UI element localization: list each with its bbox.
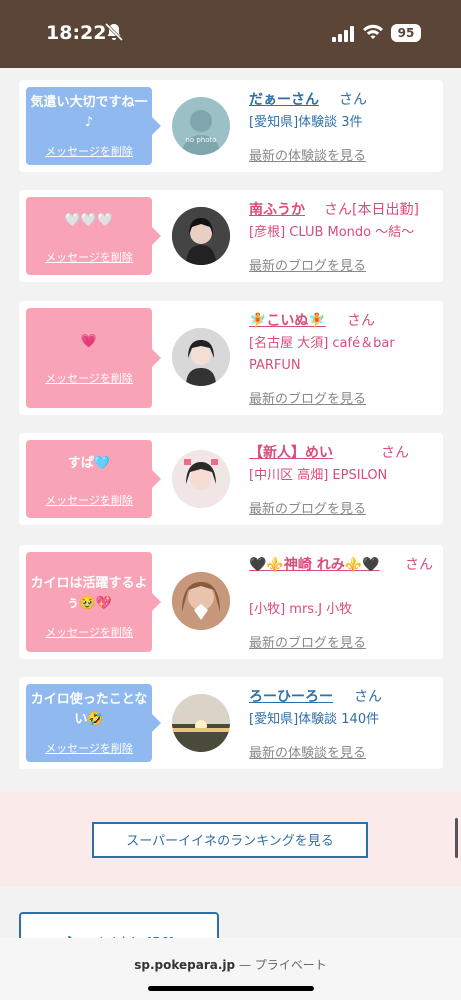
honorific: さん (381, 445, 409, 461)
message-bubble: カイロ使ったことない🤣 メッセージを削除 (26, 684, 161, 762)
cellular-signal-icon (332, 26, 354, 42)
user-info: [愛知県]体験談 3件 (249, 115, 363, 130)
user-name[interactable]: だぁーさん (249, 92, 319, 108)
user-name-link[interactable]: 【新人】めい (249, 442, 333, 462)
latest-blog-link[interactable]: 最新のブログを見る (249, 498, 366, 517)
user-info: [愛知県]体験談 140件 (249, 712, 380, 727)
avatar[interactable]: no photo (172, 97, 230, 155)
delete-message-link[interactable]: メッセージを削除 (26, 370, 152, 386)
list-item: カイロは活躍するよぅ🥹💖 メッセージを削除 🖤⚜️神崎 れみ⚜️🖤 さん [小牧… (19, 545, 443, 659)
shop-info: [彦根] CLUB Mondo 〜結〜 (249, 225, 415, 240)
delete-message-link[interactable]: メッセージを削除 (26, 492, 152, 508)
delete-message-link[interactable]: メッセージを削除 (26, 740, 152, 756)
user-name-link[interactable]: 南ふうか (249, 199, 305, 219)
no-photo-label: no photo (185, 136, 216, 144)
home-indicator[interactable] (148, 986, 314, 991)
shop-info: [名古屋 大須] café＆bar (249, 336, 395, 351)
shop-info: [中川区 高畑] EPSILON (249, 468, 388, 483)
latest-blog-link[interactable]: 最新のブログを見る (249, 388, 366, 407)
user-name[interactable]: 南ふうか (249, 202, 305, 218)
list-item: すぱ🩵 メッセージを削除 【新人】めい さん [中川区 高畑] EPSILON … (19, 433, 443, 525)
battery-indicator: 95 (391, 24, 421, 42)
message-text: 気遣い大切ですね一♪ (30, 95, 148, 130)
user-name-link[interactable]: ろーひーろー (249, 686, 333, 706)
scrollbar[interactable] (455, 818, 458, 858)
delete-message-link[interactable]: メッセージを削除 (26, 624, 152, 640)
user-name-link[interactable]: 🧚こいぬ🧚 (249, 310, 326, 330)
super-iine-ranking-button[interactable]: スーパーイイネのランキングを見る (92, 822, 368, 858)
wifi-icon (363, 24, 383, 39)
honorific: さん[本日出勤] (324, 202, 419, 218)
shop-info: [小牧] mrs.J 小牧 (249, 602, 353, 617)
avatar[interactable] (172, 207, 230, 265)
clock: 18:22 (46, 22, 107, 44)
list-item: 気遣い大切ですね一♪ メッセージを削除 no photo だぁーさん さん [愛… (19, 80, 443, 172)
bell-muted-icon (104, 22, 124, 42)
list-item: 💗 メッセージを削除 🧚こいぬ🧚 さん [名古屋 大須] café＆bar PA… (19, 301, 443, 415)
latest-blog-link[interactable]: 最新のブログを見る (249, 255, 366, 274)
avatar[interactable] (172, 450, 230, 508)
private-mode-label: — プライベート (238, 958, 327, 972)
honorific: さん (339, 92, 367, 108)
message-bubble: 🤍🤍🤍 メッセージを削除 (26, 197, 161, 275)
avatar[interactable] (172, 328, 230, 386)
user-photo (172, 450, 230, 508)
message-text: 💗 (80, 334, 98, 349)
message-text: すぱ🩵 (67, 456, 111, 471)
latest-review-link[interactable]: 最新の体験談を見る (249, 742, 366, 761)
honorific: さん (347, 313, 375, 329)
user-name[interactable]: 【新人】めい (249, 445, 333, 461)
no-photo-icon: no photo (181, 110, 221, 155)
user-photo (172, 328, 230, 386)
shop-info-line2: PARFUN (249, 358, 301, 373)
list-item: カイロ使ったことない🤣 メッセージを削除 ろーひーろー さん [愛知県]体験談 … (19, 677, 443, 769)
honorific: さん (405, 557, 433, 573)
user-photo (172, 694, 230, 752)
message-bubble: すぱ🩵 メッセージを削除 (26, 440, 161, 518)
latest-review-link[interactable]: 最新の体験談を見る (249, 145, 366, 164)
list-item: 🤍🤍🤍 メッセージを削除 南ふうか さん[本日出勤] [彦根] CLUB Mon… (19, 190, 443, 282)
url-bar[interactable]: sp.pokepara.jp — プライベート (0, 956, 461, 973)
url-text: sp.pokepara.jp (134, 958, 236, 972)
user-name[interactable]: 🖤⚜️神崎 れみ⚜️🖤 (249, 557, 380, 573)
honorific: さん (354, 689, 382, 705)
status-bar: 18:22 95 (0, 0, 461, 68)
avatar[interactable] (172, 572, 230, 630)
user-name[interactable]: 🧚こいぬ🧚 (249, 313, 326, 329)
delete-message-link[interactable]: メッセージを削除 (26, 249, 152, 265)
message-text: カイロは活躍するよぅ🥹💖 (30, 576, 148, 611)
message-bubble: カイロは活躍するよぅ🥹💖 メッセージを削除 (26, 552, 161, 652)
message-text: 🤍🤍🤍 (64, 213, 114, 228)
user-name-link[interactable]: 🖤⚜️神崎 れみ⚜️🖤 (249, 554, 380, 574)
user-name[interactable]: ろーひーろー (249, 689, 333, 705)
message-bubble: 💗 メッセージを削除 (26, 308, 161, 408)
user-photo (172, 572, 230, 630)
latest-blog-link[interactable]: 最新のブログを見る (249, 632, 366, 651)
avatar[interactable] (172, 694, 230, 752)
user-photo (172, 207, 230, 265)
message-text: カイロ使ったことない🤣 (30, 692, 148, 727)
user-name-link[interactable]: だぁーさん (249, 89, 319, 109)
delete-message-link[interactable]: メッセージを削除 (26, 143, 152, 159)
message-bubble: 気遣い大切ですね一♪ メッセージを削除 (26, 87, 161, 165)
